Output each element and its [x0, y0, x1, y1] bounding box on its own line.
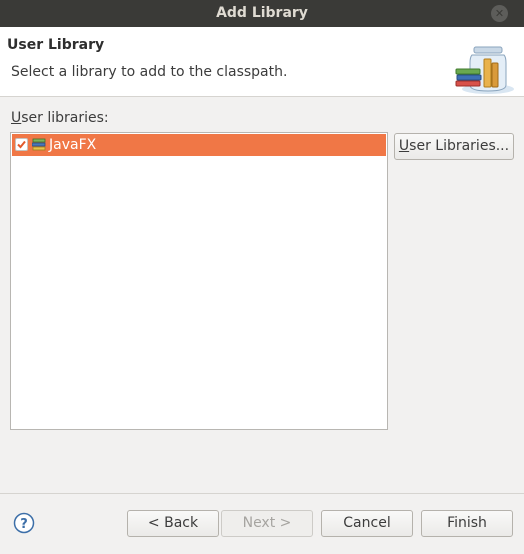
- library-label: JavaFX: [49, 137, 97, 153]
- window-title: Add Library: [216, 5, 308, 21]
- checkmark-icon: [17, 140, 26, 149]
- user-libraries-list[interactable]: JavaFX: [10, 132, 388, 430]
- list-item[interactable]: JavaFX: [12, 134, 386, 156]
- library-jar-icon: [455, 46, 514, 94]
- close-icon: ✕: [494, 7, 505, 20]
- help-icon[interactable]: ?: [13, 512, 35, 534]
- user-libraries-button[interactable]: User Libraries...: [394, 133, 514, 160]
- close-button[interactable]: ✕: [491, 5, 508, 22]
- finish-button[interactable]: Finish: [421, 510, 513, 537]
- back-button[interactable]: < Back: [127, 510, 219, 537]
- user-libraries-label: User libraries:: [11, 110, 109, 126]
- library-icon: [32, 138, 46, 151]
- next-button[interactable]: Next >: [221, 510, 313, 537]
- wizard-header: User Library Select a library to add to …: [0, 27, 524, 97]
- svg-text:?: ?: [20, 517, 28, 532]
- library-checkbox[interactable]: [15, 138, 28, 151]
- page-title: User Library: [7, 37, 105, 53]
- cancel-button[interactable]: Cancel: [321, 510, 413, 537]
- page-description: Select a library to add to the classpath…: [11, 64, 288, 80]
- title-bar: Add Library ✕: [0, 0, 524, 27]
- footer-separator: [0, 493, 524, 494]
